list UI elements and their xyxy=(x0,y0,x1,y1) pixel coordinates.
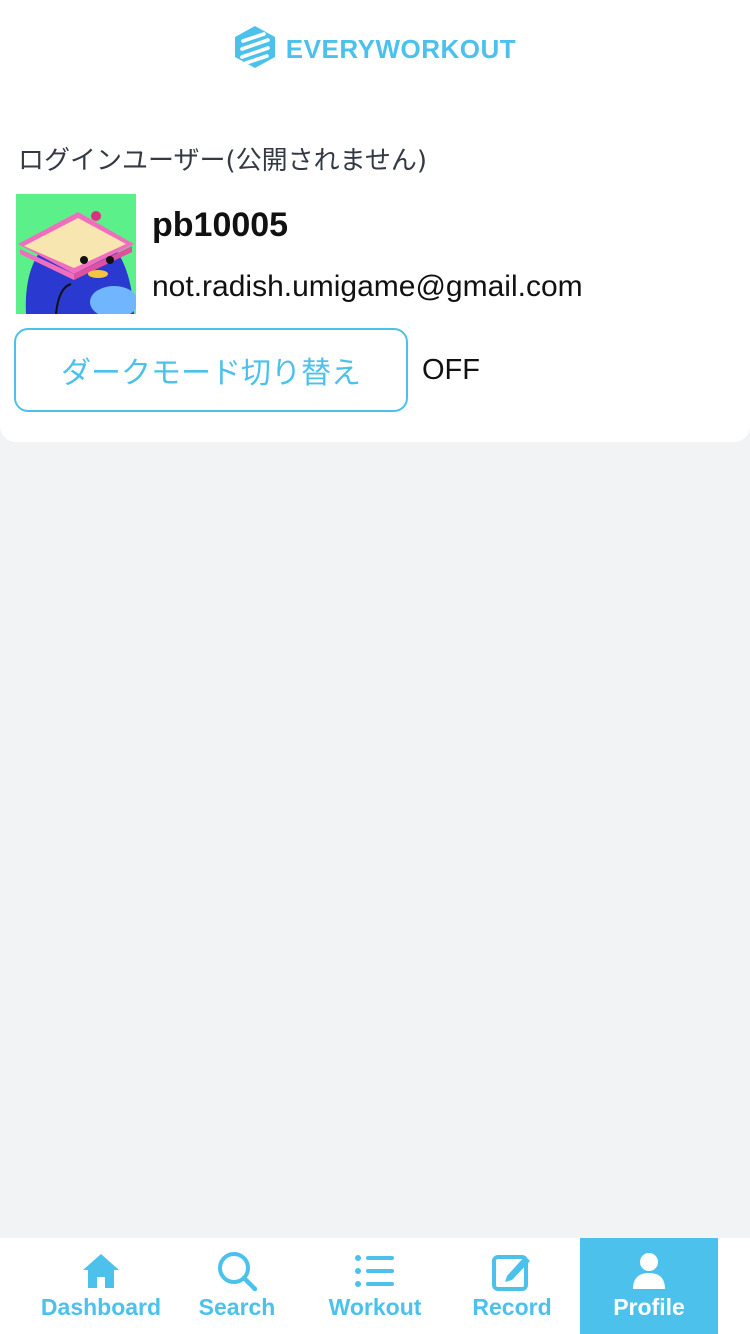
app-header: EVERYWORKOUT xyxy=(0,0,750,100)
avatar xyxy=(16,194,136,314)
tab-label: Workout xyxy=(328,1294,422,1320)
tab-record[interactable]: Record xyxy=(443,1238,581,1334)
user-icon xyxy=(631,1250,667,1292)
stripes-logo-icon xyxy=(234,25,276,74)
logo-text: EVERYWORKOUT xyxy=(285,33,517,64)
tab-label: Profile xyxy=(613,1294,685,1320)
profile-card: ログインユーザー(公開されません) pb10005 not.radish.umi… xyxy=(0,92,750,442)
dark-mode-toggle-button[interactable]: ダークモード切り替え xyxy=(14,328,408,412)
edit-icon xyxy=(491,1250,533,1292)
tab-profile[interactable]: Profile xyxy=(580,1238,718,1334)
app-logo[interactable]: EVERYWORKOUT xyxy=(234,25,516,74)
tab-dashboard[interactable]: Dashboard xyxy=(32,1238,170,1334)
tab-workout[interactable]: Workout xyxy=(306,1238,444,1334)
list-icon xyxy=(354,1250,396,1292)
email: not.radish.umigame@gmail.com xyxy=(152,270,583,303)
dark-mode-status: OFF xyxy=(422,354,480,386)
penguin-with-book-avatar xyxy=(16,194,136,314)
tab-label: Search xyxy=(198,1294,276,1320)
username: pb10005 xyxy=(152,206,289,244)
bottom-tab-bar: Dashboard Search Workout Record Profile xyxy=(0,1238,750,1334)
tab-label: Record xyxy=(472,1294,552,1320)
tab-search[interactable]: Search xyxy=(168,1238,306,1334)
login-user-label: ログインユーザー(公開されません) xyxy=(18,146,427,176)
search-icon xyxy=(216,1250,258,1292)
tab-label: Dashboard xyxy=(40,1294,162,1320)
home-icon xyxy=(81,1250,121,1292)
